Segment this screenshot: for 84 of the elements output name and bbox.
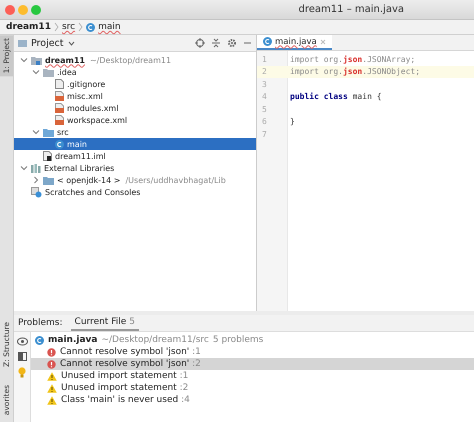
xml-file-icon — [55, 103, 64, 113]
line-number: 3 — [261, 80, 268, 89]
warning-icon — [47, 384, 57, 392]
class-icon — [55, 140, 64, 148]
item-label: src — [57, 128, 69, 136]
problem-item[interactable]: Class 'main' is never used :4 — [31, 394, 474, 406]
line-number: 4 — [261, 92, 268, 102]
tree-item[interactable]: main — [14, 138, 256, 150]
tree-item[interactable]: Scratches and Consoles — [14, 186, 256, 198]
problems-tab[interactable]: Current File 5 — [70, 315, 139, 331]
chevron-icon — [54, 22, 59, 32]
error-icon — [47, 348, 56, 356]
caret-icon[interactable] — [68, 40, 75, 46]
code-line: } — [289, 117, 295, 126]
eye-icon[interactable] — [16, 337, 28, 346]
problem-item[interactable]: Unused import statement :2 — [31, 382, 474, 394]
scratches-icon — [31, 186, 42, 198]
warning-icon — [47, 372, 57, 380]
warning-icon — [47, 396, 57, 404]
tree-item[interactable]: src — [14, 126, 256, 138]
tree-item[interactable]: workspace.xml — [14, 114, 256, 126]
close-button[interactable] — [5, 4, 15, 14]
item-label: External Libraries — [44, 164, 114, 172]
line-number: 7 — [261, 130, 268, 139]
line-number: 5 — [261, 104, 268, 114]
breadcrumb-item[interactable]: main — [98, 22, 121, 32]
line-number: 2 — [261, 67, 268, 76]
file-path: ~/Desktop/dream11/src — [101, 335, 209, 345]
folder-icon — [31, 56, 42, 64]
chevron-icon — [78, 22, 84, 32]
tree-item[interactable]: misc.xml — [14, 90, 256, 102]
tree-item[interactable]: .idea — [14, 66, 256, 78]
panel-title[interactable]: Project — [31, 38, 64, 48]
line-number: 6 — [261, 117, 268, 126]
item-label: .gitignore — [67, 80, 106, 88]
item-label: < openjdk-14 > — [57, 176, 120, 184]
item-label: .idea — [57, 68, 77, 76]
item-label: dream11 — [45, 56, 85, 64]
problem-item[interactable]: Cannot resolve symbol 'json' :2 — [31, 358, 474, 370]
code-line: public class main { — [289, 92, 382, 102]
breadcrumb-item[interactable]: src — [62, 22, 76, 32]
path-hint: /Users/uddhavbhagat/Lib — [125, 176, 226, 184]
settings-icon[interactable] — [227, 38, 237, 48]
tree-item[interactable]: dream11 ~/Desktop/dream11 — [14, 54, 256, 66]
preview-icon[interactable] — [18, 352, 26, 361]
xml-file-icon — [55, 115, 64, 125]
code-line: import org.json.JSONObject; — [289, 67, 420, 76]
bulb-icon[interactable] — [18, 367, 26, 378]
file-icon — [43, 151, 52, 161]
tree-item[interactable]: modules.xml — [14, 102, 256, 114]
path-hint: ~/Desktop/dream11 — [90, 56, 172, 64]
item-label: dream11.iml — [55, 152, 106, 160]
panel-icon — [18, 40, 27, 46]
breadcrumb-item[interactable]: dream11 — [6, 22, 51, 32]
library-icon — [31, 164, 41, 172]
problem-item[interactable]: Cannot resolve symbol 'json' :1 — [31, 346, 474, 358]
line-number: 1 — [261, 54, 268, 64]
panel-title: Problems: — [18, 318, 63, 328]
tree-item[interactable]: .gitignore — [14, 78, 256, 90]
tree-item[interactable]: < openjdk-14 > /Users/uddhavbhagat/Lib — [14, 174, 256, 186]
target-icon[interactable] — [195, 38, 205, 48]
error-icon — [47, 360, 56, 368]
item-label: workspace.xml — [67, 116, 128, 124]
collapse-icon[interactable] — [211, 38, 221, 48]
problem-count: 5 problems — [212, 335, 264, 345]
item-label: misc.xml — [67, 92, 103, 100]
file-name[interactable]: main.java — [48, 335, 98, 345]
folder-icon — [43, 68, 54, 76]
window-title: dream11 – main.java — [298, 4, 404, 15]
chevron-icon[interactable] — [32, 128, 40, 136]
problem-item[interactable]: Unused import statement :1 — [31, 370, 474, 382]
editor-tab[interactable]: main.java — [257, 35, 332, 50]
code-line: import org.json.JSONArray; — [289, 54, 416, 64]
item-label: modules.xml — [67, 104, 118, 112]
item-label: Scratches and Consoles — [45, 188, 140, 196]
class-icon — [35, 336, 44, 344]
class-icon — [263, 37, 272, 46]
class-icon — [86, 22, 96, 32]
item-label: main — [67, 140, 87, 148]
tree-item[interactable]: dream11.iml — [14, 150, 256, 162]
xml-file-icon — [55, 91, 64, 101]
folder-icon — [43, 176, 54, 184]
tree-item[interactable]: External Libraries — [14, 162, 256, 174]
file-icon — [55, 79, 64, 89]
